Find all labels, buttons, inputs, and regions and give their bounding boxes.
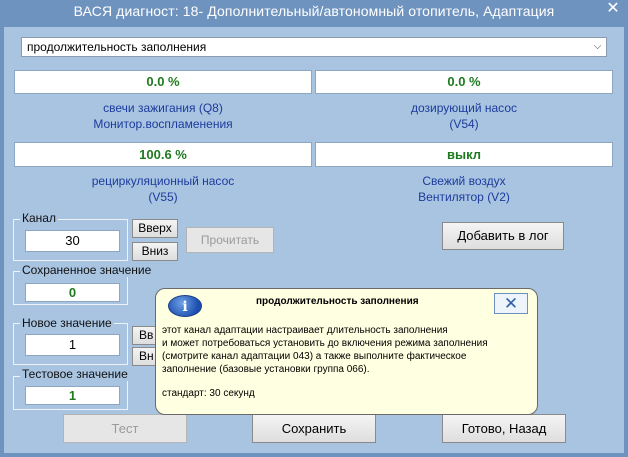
window-title: ВАСЯ диагност: 18- Дополнительный/автоно… [73,3,555,19]
tooltip-spacer [162,376,532,387]
channel-input[interactable]: 30 [25,230,120,252]
value-label-dosing-pump: дозирующий насос (V54) [315,100,613,132]
value-label-line: дозирующий насос [410,101,517,115]
read-button[interactable]: Прочитать [186,227,274,253]
channel-down-button[interactable]: Вниз [132,242,178,261]
value-label-line: Свежий воздух [422,174,506,188]
value-box-fresh-air: выкл [315,142,613,167]
test-value-field: 1 [25,386,120,405]
value-label-line: Монитор.воспламенения [93,117,233,131]
tooltip-title: продолжительность заполнения [256,296,419,307]
saved-value-label: Сохраненное значение [20,263,154,277]
value-box-dosing-pump: 0.0 % [315,70,613,94]
channel-label: Канал [20,211,58,225]
info-icon: i [168,295,202,317]
value-label-glow-plug: свечи зажигания (Q8) Монитор.воспламенен… [14,100,312,132]
test-button[interactable]: Тест [63,414,187,443]
help-tooltip: i продолжительность заполнения ✕ этот ка… [155,288,538,415]
add-to-log-button[interactable]: Добавить в лог [442,222,564,250]
tooltip-close-button[interactable]: ✕ [494,293,528,314]
window-close-button[interactable]: ✕ [598,0,628,18]
save-button[interactable]: Сохранить [252,414,376,443]
tooltip-default-value: стандарт: 30 секунд [162,388,255,399]
saved-value-field: 0 [25,283,120,302]
value-label-fresh-air: Свежий воздух Вентилятор (V2) [315,173,613,205]
title-bar: ВАСЯ диагност: 18- Дополнительный/автоно… [0,0,628,24]
channel-up-button[interactable]: Вверх [132,219,178,238]
value-label-line: (V55) [148,190,178,204]
value-box-recirc-pump: 100.6 % [14,142,312,167]
adaptation-panel: продолжительность заполнения ⌵ 0.0 % све… [4,27,624,453]
value-label-line: (V54) [449,117,479,131]
tooltip-line: и может потребоваться установить до вклю… [162,338,488,349]
tooltip-line: (смотрите канал адаптации 043) а также в… [162,351,467,362]
value-label-line: Вентилятор (V2) [418,190,510,204]
channel-dropdown[interactable]: продолжительность заполнения ⌵ [21,37,607,57]
tooltip-body: этот канал адаптации настраивает длитель… [162,324,532,400]
new-value-label: Новое значение [20,316,114,330]
value-label-line: рециркуляционный насос [91,174,235,188]
value-box-glow-plug: 0.0 % [14,70,312,94]
test-value-label: Тестовое значение [20,367,130,381]
chevron-down-icon[interactable]: ⌵ [589,38,606,56]
tooltip-line: этот канал адаптации настраивает длитель… [162,325,448,336]
value-label-recirc-pump: рециркуляционный насос (V55) [14,173,312,205]
new-value-input[interactable]: 1 [25,334,120,356]
tooltip-line: заполнение (базовые установки группа 066… [162,364,370,375]
value-label-line: свечи зажигания (Q8) [103,101,223,115]
done-back-button[interactable]: Готово, Назад [442,414,566,443]
channel-dropdown-value: продолжительность заполнения [27,40,207,54]
